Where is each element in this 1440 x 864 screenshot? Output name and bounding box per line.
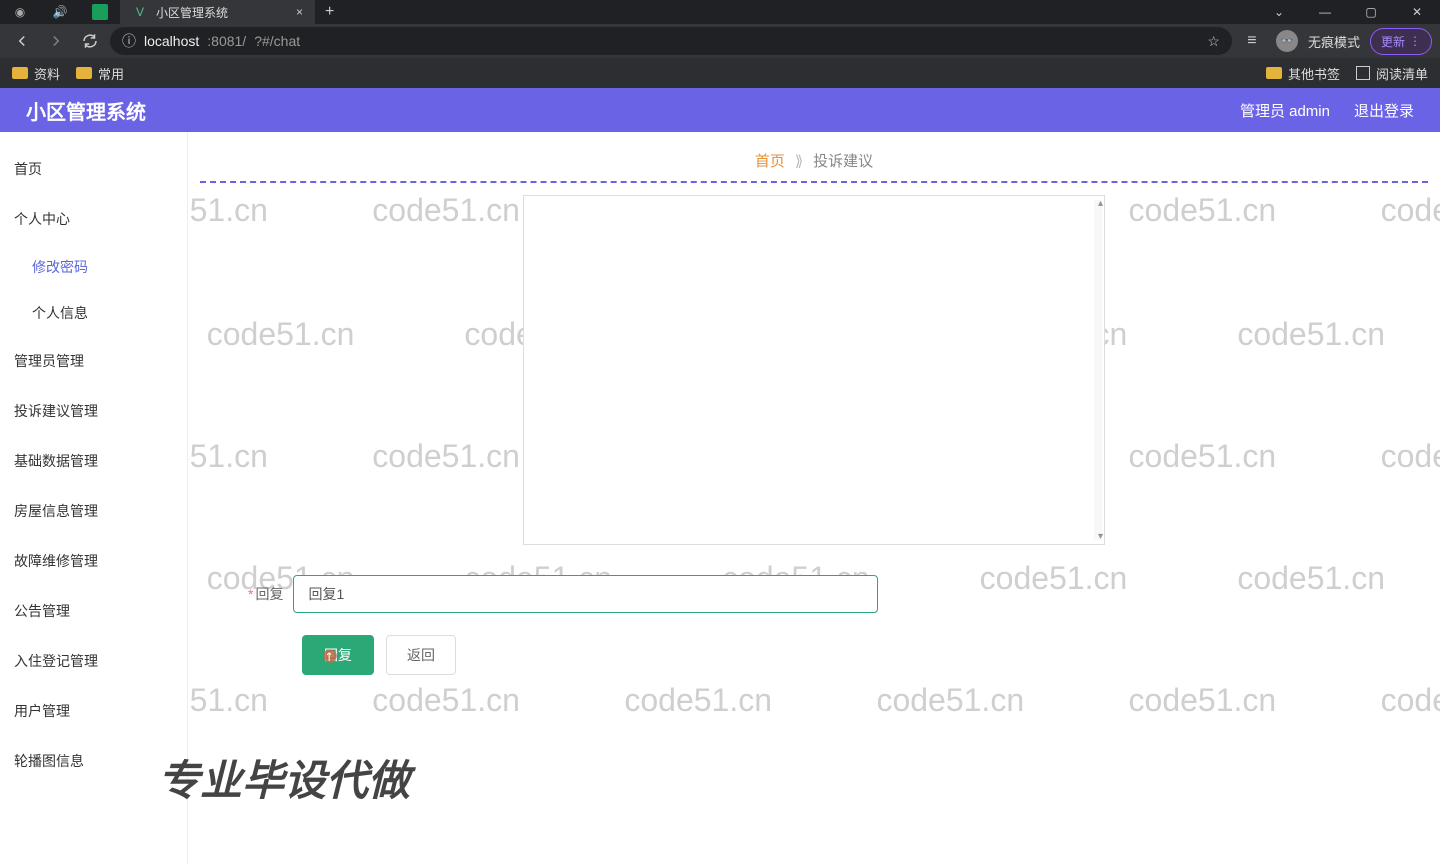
browser-tab-strip: ◉ 🔊 V 小区管理系统 × + ⌄ — ▢ ✕ bbox=[0, 0, 1440, 24]
vue-icon: V bbox=[132, 4, 148, 20]
forward-icon[interactable] bbox=[42, 27, 70, 55]
back-icon[interactable] bbox=[8, 27, 36, 55]
address-bar: ⓘ localhost :8081/ ?#/chat ☆ ≡ 👓 无痕模式 更新⋮ bbox=[0, 24, 1440, 58]
folder-icon bbox=[12, 67, 28, 79]
logout-link[interactable]: 退出登录 bbox=[1354, 100, 1414, 121]
folder-icon bbox=[1266, 67, 1282, 79]
sidebar-carousel[interactable]: 轮播图信息 bbox=[0, 736, 187, 786]
incognito-label: 无痕模式 bbox=[1308, 32, 1360, 51]
url-host: localhost bbox=[144, 33, 199, 49]
submit-button[interactable]: 回复 bbox=[302, 635, 374, 675]
divider bbox=[200, 181, 1428, 183]
sidebar-house[interactable]: 房屋信息管理 bbox=[0, 486, 187, 536]
breadcrumb: 首页 ⟫ 投诉建议 bbox=[200, 132, 1428, 181]
sidebar-profile[interactable]: 个人信息 bbox=[0, 290, 187, 336]
breadcrumb-sep-icon: ⟫ bbox=[795, 152, 803, 170]
bookmark-bar: 资料 常用 其他书签 阅读清单 bbox=[0, 58, 1440, 88]
browser-tab[interactable]: V 小区管理系统 × bbox=[120, 0, 315, 24]
app-header: 小区管理系统 管理员 admin 退出登录 bbox=[0, 88, 1440, 132]
url-input[interactable]: ⓘ localhost :8081/ ?#/chat ☆ bbox=[110, 27, 1232, 55]
close-icon[interactable]: × bbox=[296, 5, 303, 19]
scroll-up-icon[interactable]: ▴ bbox=[1098, 198, 1103, 209]
list-icon bbox=[1356, 66, 1370, 80]
maximize-icon[interactable]: ▢ bbox=[1348, 0, 1394, 24]
reply-input[interactable] bbox=[293, 575, 878, 613]
url-path: ?#/chat bbox=[254, 33, 300, 49]
chat-message-box[interactable]: ▴ ▾ bbox=[523, 195, 1105, 545]
incognito-icon: 👓 bbox=[1276, 30, 1298, 52]
reload-icon[interactable] bbox=[76, 27, 104, 55]
app-mini-icon bbox=[92, 4, 108, 20]
sidebar-basic[interactable]: 基础数据管理 bbox=[0, 436, 187, 486]
back-button[interactable]: 返回 bbox=[386, 635, 456, 675]
tune-icon[interactable]: ≡ bbox=[1238, 27, 1266, 55]
sidebar-personal[interactable]: 个人中心 bbox=[0, 194, 187, 244]
sound-icon: 🔊 bbox=[40, 0, 80, 24]
sidebar-change-password[interactable]: 修改密码 bbox=[0, 244, 187, 290]
reply-label: *回复 bbox=[248, 584, 283, 604]
sidebar: 首页 个人中心 修改密码 个人信息 管理员管理 投诉建议管理 基础数据管理 房屋… bbox=[0, 132, 188, 864]
update-button[interactable]: 更新⋮ bbox=[1370, 28, 1432, 55]
sidebar-admin-mgmt[interactable]: 管理员管理 bbox=[0, 336, 187, 386]
reply-form-row: *回复 bbox=[248, 575, 1428, 613]
admin-label[interactable]: 管理员 admin bbox=[1240, 100, 1330, 121]
breadcrumb-current: 投诉建议 bbox=[813, 150, 873, 171]
bookmark-folder[interactable]: 常用 bbox=[76, 64, 124, 83]
sidebar-checkin[interactable]: 入住登记管理 bbox=[0, 636, 187, 686]
watermark: code51.cncode51.cncode51.cncode51.cncode… bbox=[188, 682, 1440, 719]
star-icon[interactable]: ☆ bbox=[1207, 33, 1220, 50]
new-tab-button[interactable]: + bbox=[315, 3, 344, 21]
sidebar-home[interactable]: 首页 bbox=[0, 144, 187, 194]
url-port: :8081/ bbox=[207, 33, 246, 49]
other-bookmarks[interactable]: 其他书签 bbox=[1266, 64, 1340, 83]
globe-icon: ◉ bbox=[0, 0, 40, 24]
tab-title: 小区管理系统 bbox=[156, 4, 228, 21]
info-icon: ⓘ bbox=[122, 31, 136, 51]
chevron-down-icon[interactable]: ⌄ bbox=[1256, 0, 1302, 24]
sidebar-notice[interactable]: 公告管理 bbox=[0, 586, 187, 636]
folder-icon bbox=[76, 67, 92, 79]
scroll-down-icon[interactable]: ▾ bbox=[1098, 531, 1103, 542]
bookmark-folder[interactable]: 资料 bbox=[12, 64, 60, 83]
minimize-icon[interactable]: — bbox=[1302, 0, 1348, 24]
window-controls: ⌄ — ▢ ✕ bbox=[1256, 0, 1440, 24]
sidebar-complaint[interactable]: 投诉建议管理 bbox=[0, 386, 187, 436]
content-area: code51.cncode51.cncode51.cncode51.cncode… bbox=[188, 132, 1440, 864]
sidebar-repair[interactable]: 故障维修管理 bbox=[0, 536, 187, 586]
reading-list[interactable]: 阅读清单 bbox=[1356, 64, 1428, 83]
breadcrumb-home[interactable]: 首页 bbox=[755, 150, 785, 171]
sidebar-user[interactable]: 用户管理 bbox=[0, 686, 187, 736]
app-title: 小区管理系统 bbox=[26, 96, 146, 125]
close-window-icon[interactable]: ✕ bbox=[1394, 0, 1440, 24]
